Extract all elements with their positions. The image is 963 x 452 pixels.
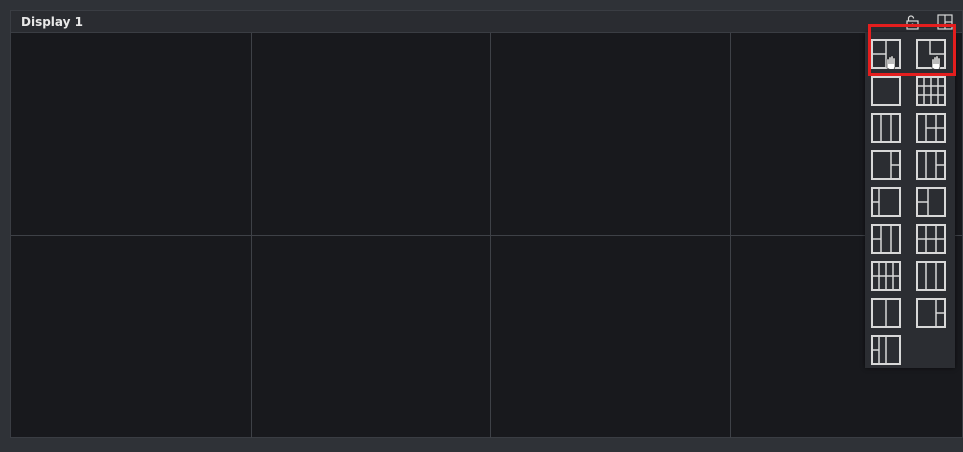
display-window: Display 1 <box>10 10 963 438</box>
layout-3-col-icon[interactable] <box>871 113 901 143</box>
layout-4x3-grid-icon[interactable] <box>871 261 901 291</box>
layout-2-col-split-b-icon[interactable] <box>916 150 946 180</box>
video-grid <box>11 33 963 438</box>
layout-selector-panel <box>865 33 955 368</box>
layout-3-col-wide-icon[interactable] <box>916 261 946 291</box>
layout-3-col-small-split-icon[interactable] <box>871 335 901 365</box>
window-titlebar: Display 1 <box>11 11 962 33</box>
layout-2-col-right-split-icon[interactable] <box>916 298 946 328</box>
layout-2-col-mixed-icon[interactable] <box>916 187 946 217</box>
video-cell[interactable] <box>252 236 491 438</box>
layout-1-icon[interactable] <box>871 76 901 106</box>
video-cell[interactable] <box>11 33 252 236</box>
layout-3-col-split-icon[interactable] <box>871 224 901 254</box>
layout-3x2-grid-icon[interactable] <box>916 224 946 254</box>
video-cell[interactable] <box>11 236 252 438</box>
window-title: Display 1 <box>21 15 83 29</box>
layout-icon[interactable] <box>937 14 953 30</box>
video-cell[interactable] <box>252 33 491 236</box>
layout-2x3-grid-icon[interactable] <box>916 76 946 106</box>
layout-custom-hand-icon[interactable] <box>871 39 901 69</box>
layout-pip-hand-icon[interactable] <box>916 39 946 69</box>
video-cell[interactable] <box>491 33 731 236</box>
lock-icon[interactable] <box>904 14 920 30</box>
layout-2x2-col-icon[interactable] <box>916 113 946 143</box>
layout-1-plus-2-left-icon[interactable] <box>871 187 901 217</box>
video-cell[interactable] <box>491 236 731 438</box>
layout-2-col-icon[interactable] <box>871 298 901 328</box>
layout-2-col-split-icon[interactable] <box>871 150 901 180</box>
